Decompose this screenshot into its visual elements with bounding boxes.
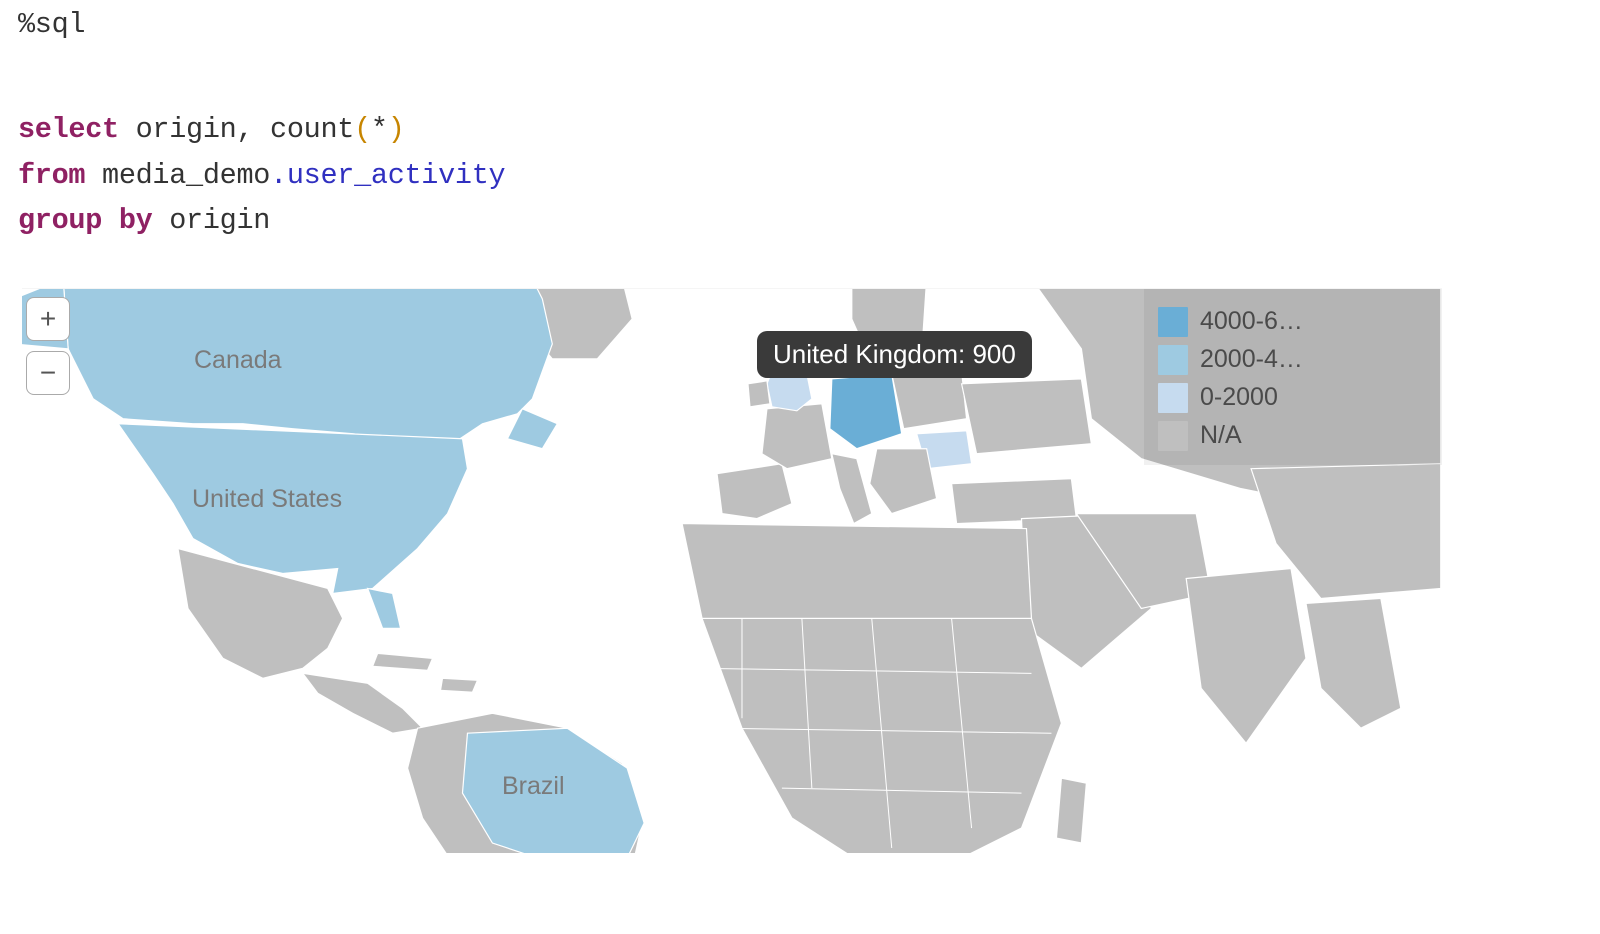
kw-groupby: group by bbox=[18, 204, 152, 237]
paren-r: ) bbox=[388, 113, 405, 146]
legend-swatch bbox=[1158, 383, 1188, 413]
region-ireland[interactable] bbox=[748, 381, 770, 407]
region-spain[interactable] bbox=[717, 464, 792, 519]
region-sea[interactable] bbox=[1306, 598, 1401, 728]
table-name: user_activity bbox=[287, 159, 505, 192]
legend-swatch bbox=[1158, 307, 1188, 337]
star: * bbox=[371, 113, 388, 146]
dot: . bbox=[270, 159, 287, 192]
zoom-in-button[interactable]: + bbox=[26, 297, 70, 341]
kw-select: select bbox=[18, 113, 119, 146]
region-germany[interactable] bbox=[830, 374, 902, 449]
legend-item[interactable]: N/A bbox=[1158, 417, 1430, 455]
region-poland[interactable] bbox=[892, 371, 967, 429]
region-india[interactable] bbox=[1186, 568, 1306, 743]
region-italy[interactable] bbox=[832, 454, 872, 524]
zoom-controls: + − bbox=[26, 297, 70, 395]
magic-command: %sql bbox=[18, 2, 85, 48]
legend-label: N/A bbox=[1200, 421, 1242, 450]
legend-label: 0-2000 bbox=[1200, 383, 1278, 412]
legend-label: 2000-4… bbox=[1200, 345, 1303, 374]
legend-item[interactable]: 2000-4… bbox=[1158, 341, 1430, 379]
map-tooltip: United Kingdom: 900 bbox=[757, 331, 1032, 378]
region-north-africa[interactable] bbox=[682, 524, 1031, 619]
legend-swatch bbox=[1158, 421, 1188, 451]
region-cuba[interactable] bbox=[373, 653, 433, 670]
region-caribbean[interactable] bbox=[441, 678, 478, 692]
legend-item[interactable]: 4000-6… bbox=[1158, 303, 1430, 341]
map-label-brazil: Brazil bbox=[502, 772, 565, 801]
region-central-america[interactable] bbox=[303, 673, 423, 733]
map-label-canada: Canada bbox=[194, 346, 282, 375]
region-madagascar[interactable] bbox=[1056, 778, 1086, 843]
region-balkans[interactable] bbox=[870, 449, 937, 514]
groupby-col: origin bbox=[152, 204, 270, 237]
map-legend: 4000-6… 2000-4… 0-2000 N/A bbox=[1144, 289, 1442, 465]
region-france[interactable] bbox=[762, 404, 832, 469]
legend-swatch bbox=[1158, 345, 1188, 375]
zoom-out-button[interactable]: − bbox=[26, 351, 70, 395]
region-us-florida[interactable] bbox=[368, 588, 401, 628]
code-text: origin, count bbox=[119, 113, 354, 146]
schema-name: media_demo bbox=[85, 159, 270, 192]
region-canada[interactable] bbox=[63, 289, 552, 444]
sql-code-cell[interactable]: %sql select origin, count(*) from media_… bbox=[0, 0, 1600, 262]
map-label-us: United States bbox=[192, 485, 342, 514]
paren-l: ( bbox=[354, 113, 371, 146]
region-ukraine[interactable] bbox=[962, 379, 1092, 454]
kw-from: from bbox=[18, 159, 85, 192]
choropleth-map[interactable]: + − Canada United States Brazil United K… bbox=[22, 288, 1442, 853]
legend-label: 4000-6… bbox=[1200, 307, 1303, 336]
legend-item[interactable]: 0-2000 bbox=[1158, 379, 1430, 417]
